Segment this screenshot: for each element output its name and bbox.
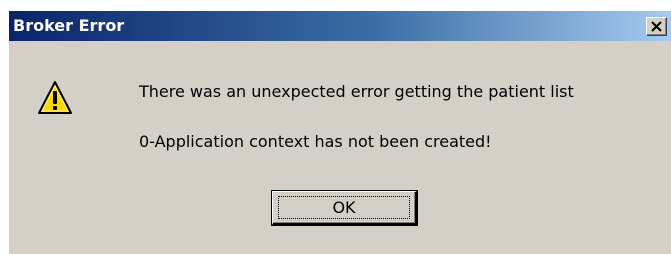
ok-button[interactable]: OK: [271, 190, 418, 226]
close-icon: [651, 21, 662, 32]
close-button[interactable]: [646, 17, 667, 36]
ok-button-label: OK: [278, 196, 410, 219]
window-title: Broker Error: [13, 16, 125, 35]
warning-icon: [38, 81, 72, 114]
title-bar[interactable]: Broker Error: [9, 11, 671, 41]
error-message-detail: 0-Application context has not been creat…: [139, 132, 492, 151]
error-message-primary: There was an unexpected error getting th…: [139, 82, 574, 101]
error-dialog: Broker Error There was an unexpected err…: [9, 11, 671, 254]
